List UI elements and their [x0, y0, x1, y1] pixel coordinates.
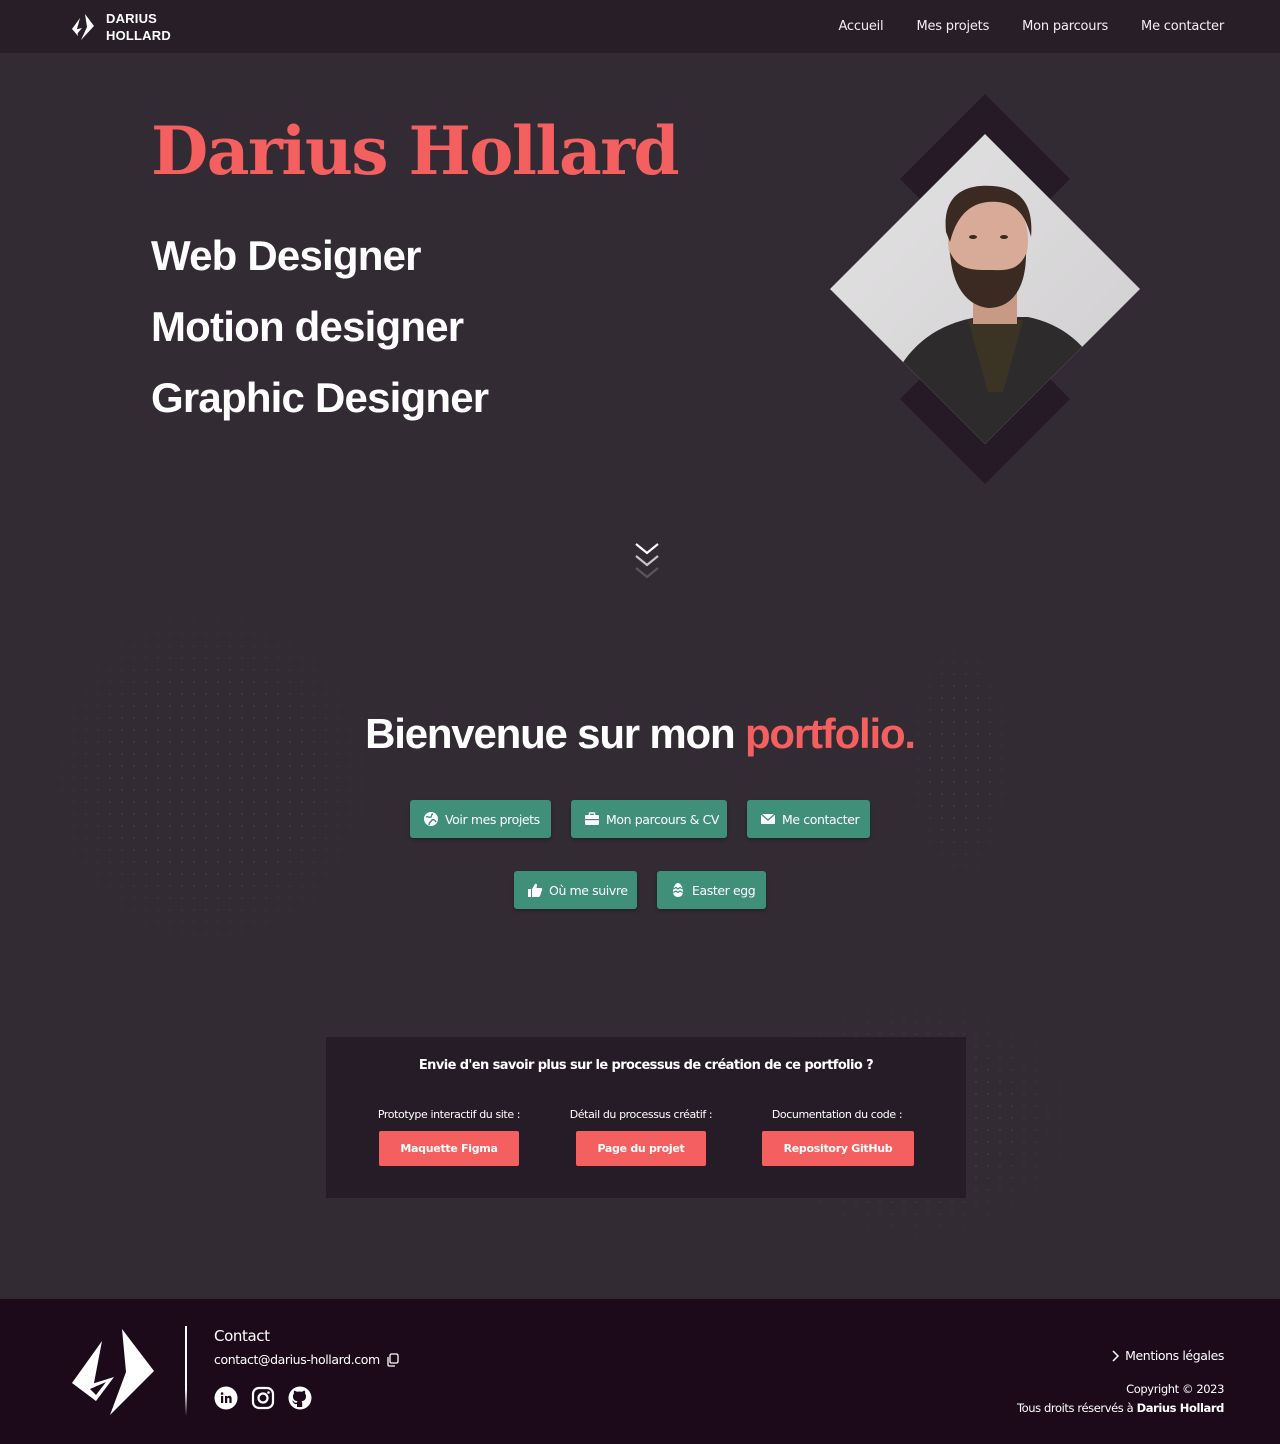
hero-name: Darius Hollard [151, 112, 680, 190]
chevron-right-icon [1112, 1349, 1120, 1362]
mentions-legales-label: Mentions légales [1125, 1348, 1224, 1363]
globe-icon [424, 812, 438, 826]
logo-icon [72, 13, 94, 40]
mentions-legales-link[interactable]: Mentions légales [1111, 1348, 1224, 1363]
github-icon[interactable] [288, 1386, 312, 1410]
parcours-cv-label: Mon parcours & CV [606, 811, 720, 827]
process-col-figma: Prototype interactif du site : Maquette … [374, 1108, 524, 1166]
me-contacter-label: Me contacter [782, 811, 860, 827]
social-links [214, 1386, 312, 1410]
brand-home-link[interactable]: DARIUS HOLLARD [68, 10, 171, 44]
nav-link-accueil[interactable]: Accueil [838, 19, 883, 34]
easter-egg-button[interactable]: Easter egg [657, 871, 766, 909]
egg-icon [672, 883, 684, 897]
process-col-projet: Détail du processus créatif : Page du pr… [561, 1108, 721, 1166]
me-contacter-button[interactable]: Me contacter [747, 800, 870, 838]
easter-egg-label: Easter egg [692, 882, 756, 898]
briefcase-icon [585, 812, 599, 825]
cta-buttons-row-2: Où me suivre Easter egg [0, 871, 1280, 909]
portrait-photo [830, 94, 1140, 484]
github-label: Documentation du code : [771, 1108, 903, 1121]
rights-name: Darius Hollard [1136, 1401, 1225, 1415]
role-graphic-designer: Graphic Designer [151, 374, 489, 421]
contact-email-row: contact@darius-hollard.com [214, 1352, 400, 1367]
figma-label: Prototype interactif du site : [377, 1108, 521, 1121]
process-title: Envie d'en savoir plus sur le processus … [418, 1058, 874, 1073]
scroll-down-chevron-icon[interactable] [633, 540, 661, 586]
dot-pattern-left [20, 580, 400, 980]
hero-roles: Web Designer Motion designer Graphic Des… [151, 220, 489, 433]
nav-link-parcours[interactable]: Mon parcours [1022, 19, 1108, 34]
parcours-cv-button[interactable]: Mon parcours & CV [571, 800, 727, 838]
projet-label: Détail du processus créatif : [569, 1108, 713, 1121]
contact-title: Contact [214, 1327, 270, 1345]
copyright-text: Copyright © 2023 [1126, 1382, 1224, 1396]
footer-logo-icon [72, 1329, 154, 1415]
ou-me-suivre-label: Où me suivre [549, 882, 628, 898]
navbar: DARIUS HOLLARD Accueil Mes projets Mon p… [0, 0, 1280, 53]
welcome-accent: portfolio. [744, 710, 916, 757]
footer-divider [185, 1326, 187, 1416]
copy-icon[interactable] [386, 1352, 400, 1367]
voir-projets-button[interactable]: Voir mes projets [410, 800, 551, 838]
process-panel: Envie d'en savoir plus sur le processus … [326, 1037, 966, 1198]
page-projet-button[interactable]: Page du projet [576, 1131, 706, 1166]
ou-me-suivre-button[interactable]: Où me suivre [514, 871, 637, 909]
role-motion-designer: Motion designer [151, 303, 464, 350]
welcome-heading: Bienvenue sur mon portfolio. [0, 710, 1280, 758]
nav-link-projets[interactable]: Mes projets [916, 19, 989, 34]
copyright-block: Copyright © 2023 Tous droits réservés à … [1017, 1380, 1224, 1418]
thumbs-up-icon [528, 883, 543, 897]
maquette-figma-button[interactable]: Maquette Figma [379, 1131, 519, 1166]
brand-line-1: DARIUS [106, 10, 158, 26]
rights-line: Tous droits réservés à Darius Hollard [1017, 1399, 1224, 1418]
role-web-designer: Web Designer [151, 232, 422, 279]
footer: Contact contact@darius-hollard.com Menti… [0, 1299, 1280, 1444]
envelope-icon [760, 813, 776, 824]
process-col-github: Documentation du code : Repository GitHu… [762, 1108, 914, 1166]
brand-name: DARIUS HOLLARD [106, 10, 171, 44]
instagram-icon[interactable] [251, 1386, 275, 1410]
repository-github-button[interactable]: Repository GitHub [762, 1131, 914, 1166]
nav-links: Accueil Mes projets Mon parcours Me cont… [838, 19, 1224, 34]
nav-link-contact[interactable]: Me contacter [1141, 19, 1224, 34]
brand-line-2: HOLLARD [106, 27, 171, 43]
dot-pattern-right [900, 620, 1020, 900]
contact-email-link[interactable]: contact@darius-hollard.com [214, 1352, 380, 1367]
voir-projets-label: Voir mes projets [445, 811, 540, 827]
welcome-text: Bienvenue sur mon [365, 710, 736, 757]
cta-buttons-row-1: Voir mes projets Mon parcours & CV Me co… [0, 800, 1280, 838]
linkedin-icon[interactable] [214, 1386, 238, 1410]
rights-prefix: Tous droits réservés à [1016, 1401, 1134, 1415]
